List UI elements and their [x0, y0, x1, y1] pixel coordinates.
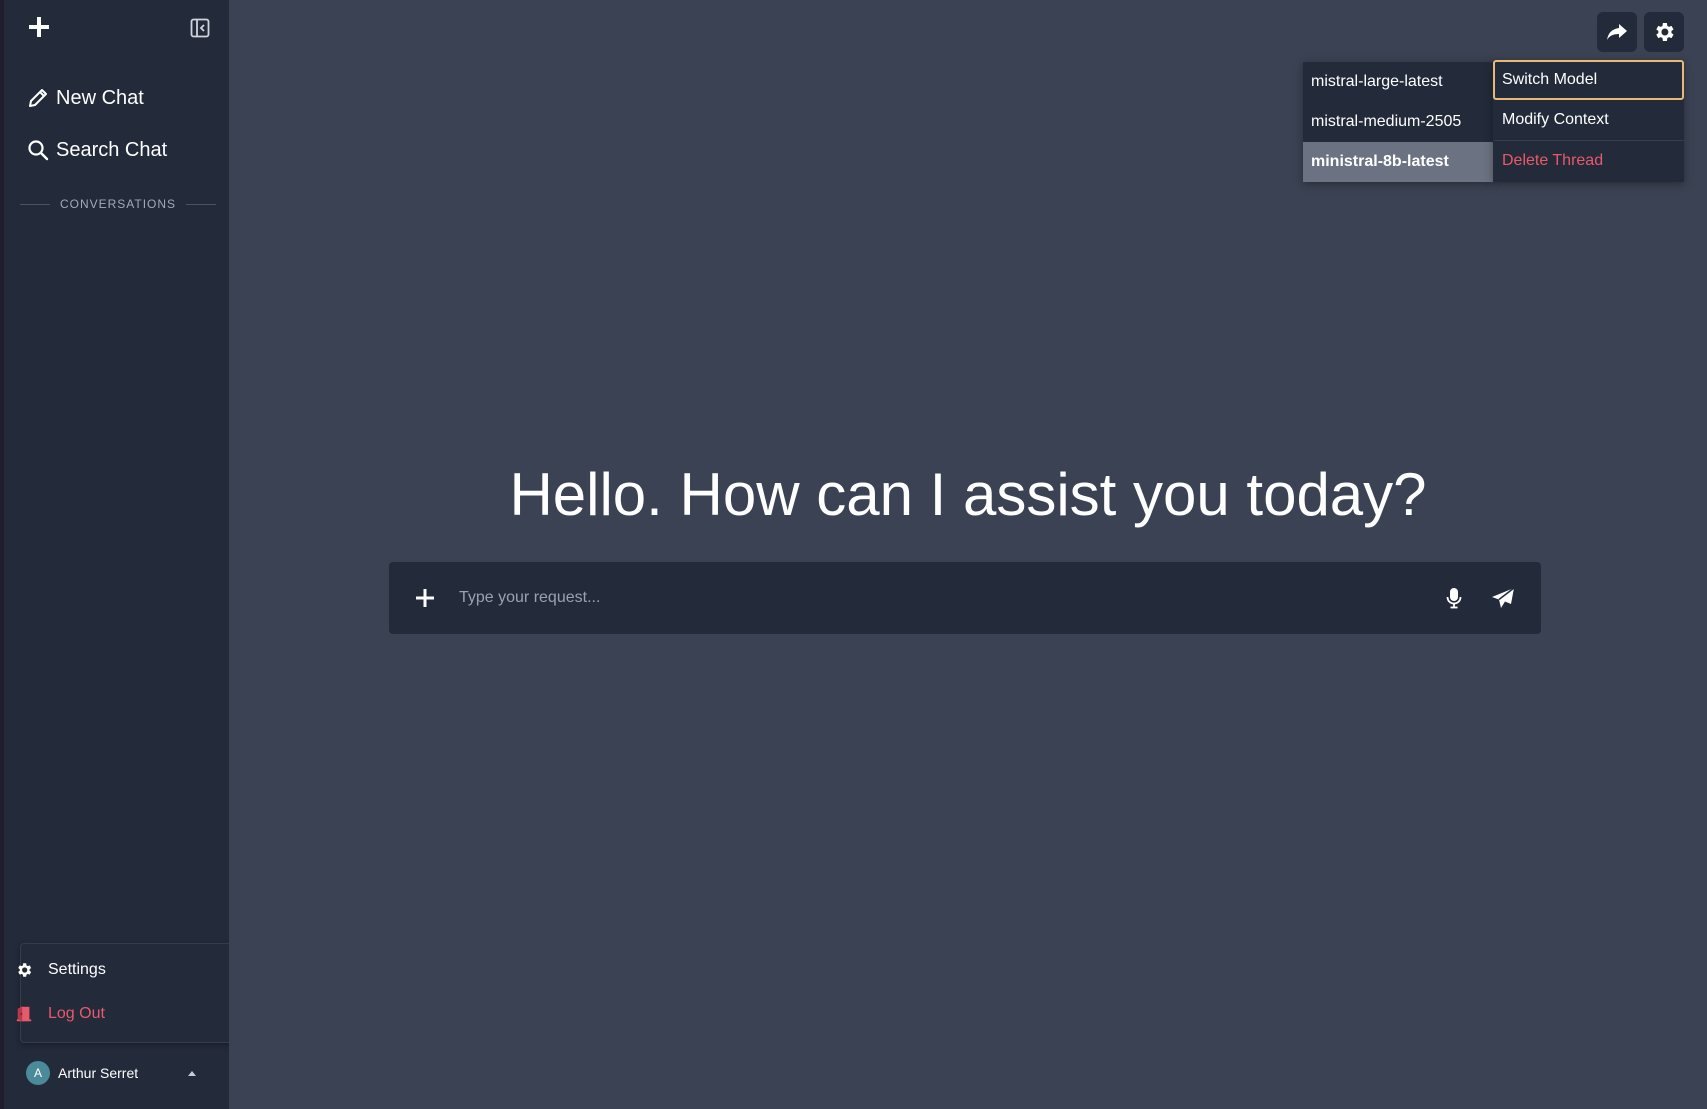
send-button[interactable] [1489, 585, 1517, 611]
door-exit-icon [14, 1004, 34, 1024]
conversations-divider: CONVERSATIONS [20, 194, 216, 214]
caret-up-icon [188, 1070, 196, 1076]
thread-context-menu: Switch Model Modify Context Delete Threa… [1493, 60, 1684, 182]
app-window: New Chat Search Chat CONVERSATIONS Setti… [0, 0, 1707, 1109]
plus-icon [416, 589, 434, 607]
request-input[interactable] [459, 582, 1419, 614]
menu-item-switch-model[interactable]: Switch Model [1493, 60, 1684, 100]
user-profile-toggle[interactable]: A Arthur Serret [26, 1060, 206, 1086]
avatar: A [26, 1061, 50, 1085]
model-option[interactable]: mistral-large-latest [1303, 62, 1493, 102]
sidebar-item-new-chat[interactable]: New Chat [26, 82, 144, 114]
conversations-heading: CONVERSATIONS [59, 197, 177, 211]
search-chat-label: Search Chat [56, 138, 168, 161]
divider-line [186, 203, 216, 205]
microphone-button[interactable] [1441, 585, 1467, 611]
divider-line [20, 203, 50, 205]
plus-icon [29, 17, 49, 37]
collapse-sidebar-button[interactable] [187, 15, 213, 41]
gear-icon [14, 960, 34, 980]
share-button[interactable] [1597, 12, 1637, 52]
model-option-selected[interactable]: ministral-8b-latest [1303, 142, 1493, 182]
menu-item-settings[interactable]: Settings [14, 955, 106, 985]
user-name: Arthur Serret [58, 1065, 139, 1081]
new-chat-label: New Chat [56, 86, 144, 109]
new-chat-plus-button[interactable] [24, 12, 54, 42]
pencil-icon [26, 86, 50, 110]
model-submenu: mistral-large-latest mistral-medium-2505… [1303, 62, 1493, 182]
logout-label: Log Out [48, 1005, 105, 1022]
model-option[interactable]: mistral-medium-2505 [1303, 102, 1493, 142]
sidebar-item-search-chat[interactable]: Search Chat [26, 134, 167, 166]
sidebar-collapse-icon [190, 18, 210, 38]
composer [389, 562, 1541, 634]
thread-settings-button[interactable] [1644, 12, 1684, 52]
menu-item-logout[interactable]: Log Out [14, 999, 105, 1029]
microphone-icon [1446, 588, 1462, 609]
share-arrow-icon [1607, 24, 1627, 40]
gear-icon [1656, 23, 1674, 41]
menu-item-delete-thread[interactable]: Delete Thread [1493, 140, 1684, 180]
menu-item-modify-context[interactable]: Modify Context [1493, 100, 1684, 140]
send-icon [1492, 587, 1515, 608]
settings-label: Settings [48, 961, 106, 978]
attach-button[interactable] [412, 585, 438, 611]
search-icon [26, 138, 50, 162]
greeting-heading: Hello. How can I assist you today? [509, 461, 1427, 528]
